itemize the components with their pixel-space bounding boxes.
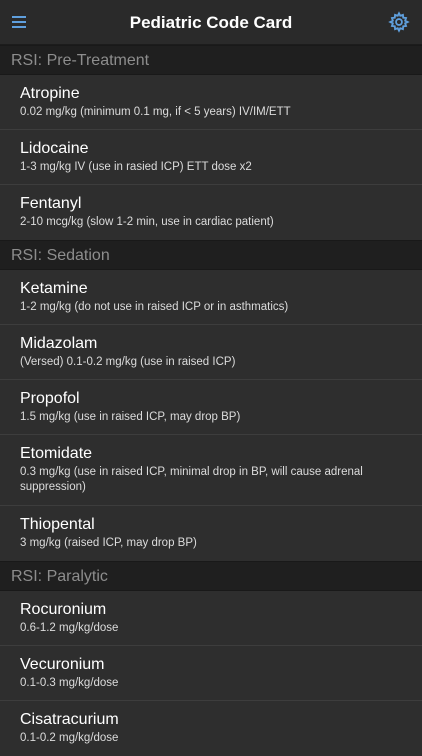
drug-name: Cisatracurium xyxy=(20,711,119,728)
drug-name: Thiopental xyxy=(20,516,95,533)
drug-dose: 1-2 mg/kg (do not use in raised ICP or i… xyxy=(20,301,289,313)
navigation-bar: Pediatric Code Card xyxy=(0,0,422,45)
list-item[interactable]: Fentanyl 2-10 mcg/kg (slow 1-2 min, use … xyxy=(0,185,422,240)
list-item[interactable]: Lidocaine 1-3 mg/kg IV (use in rasied IC… xyxy=(0,130,422,185)
drug-dose: 0.1-0.3 mg/kg/dose xyxy=(20,677,119,689)
list-item[interactable]: Etomidate 0.3 mg/kg (use in raised ICP, … xyxy=(0,435,422,506)
drug-name: Midazolam xyxy=(20,335,98,352)
drug-dose: 0.3 mg/kg (use in raised ICP, minimal dr… xyxy=(20,466,363,493)
drug-dose: 0.1-0.2 mg/kg/dose xyxy=(20,732,119,744)
drug-name: Rocuronium xyxy=(20,601,107,618)
section-header-pre-treatment: RSI: Pre-Treatment xyxy=(0,45,422,75)
drug-dose: 0.6-1.2 mg/kg/dose xyxy=(20,622,119,634)
drug-dose: 1.5 mg/kg (use in raised ICP, may drop B… xyxy=(20,411,241,423)
drug-name: Lidocaine xyxy=(20,140,89,157)
drug-name: Propofol xyxy=(20,390,80,407)
list-item[interactable]: Atropine 0.02 mg/kg (minimum 0.1 mg, if … xyxy=(0,75,422,130)
list-item[interactable]: Cisatracurium 0.1-0.2 mg/kg/dose xyxy=(0,701,422,756)
list-item[interactable]: Midazolam (Versed) 0.1-0.2 mg/kg (use in… xyxy=(0,325,422,380)
drug-name: Etomidate xyxy=(20,445,93,462)
page-title: Pediatric Code Card xyxy=(129,13,293,32)
drug-name: Ketamine xyxy=(20,280,88,297)
section-header-sedation: RSI: Sedation xyxy=(0,240,422,270)
drug-list: RSI: Pre-Treatment Atropine 0.02 mg/kg (… xyxy=(0,45,422,756)
gear-icon[interactable] xyxy=(388,11,410,33)
list-item[interactable]: Ketamine 1-2 mg/kg (do not use in raised… xyxy=(0,270,422,325)
drug-name: Atropine xyxy=(20,85,80,102)
list-item[interactable]: Rocuronium 0.6-1.2 mg/kg/dose xyxy=(0,591,422,646)
drug-dose: 3 mg/kg (raised ICP, may drop BP) xyxy=(20,537,197,549)
drug-dose: 0.02 mg/kg (minimum 0.1 mg, if < 5 years… xyxy=(20,106,291,118)
section-header-paralytic: RSI: Paralytic xyxy=(0,561,422,591)
list-item[interactable]: Thiopental 3 mg/kg (raised ICP, may drop… xyxy=(0,506,422,561)
list-item[interactable]: Vecuronium 0.1-0.3 mg/kg/dose xyxy=(0,646,422,701)
drug-dose: 1-3 mg/kg IV (use in rasied ICP) ETT dos… xyxy=(20,161,252,173)
drug-name: Vecuronium xyxy=(20,656,105,673)
drug-name: Fentanyl xyxy=(20,195,82,212)
list-item[interactable]: Propofol 1.5 mg/kg (use in raised ICP, m… xyxy=(0,380,422,435)
drug-dose: 2-10 mcg/kg (slow 1-2 min, use in cardia… xyxy=(20,216,274,228)
drug-dose: (Versed) 0.1-0.2 mg/kg (use in raised IC… xyxy=(20,356,236,368)
